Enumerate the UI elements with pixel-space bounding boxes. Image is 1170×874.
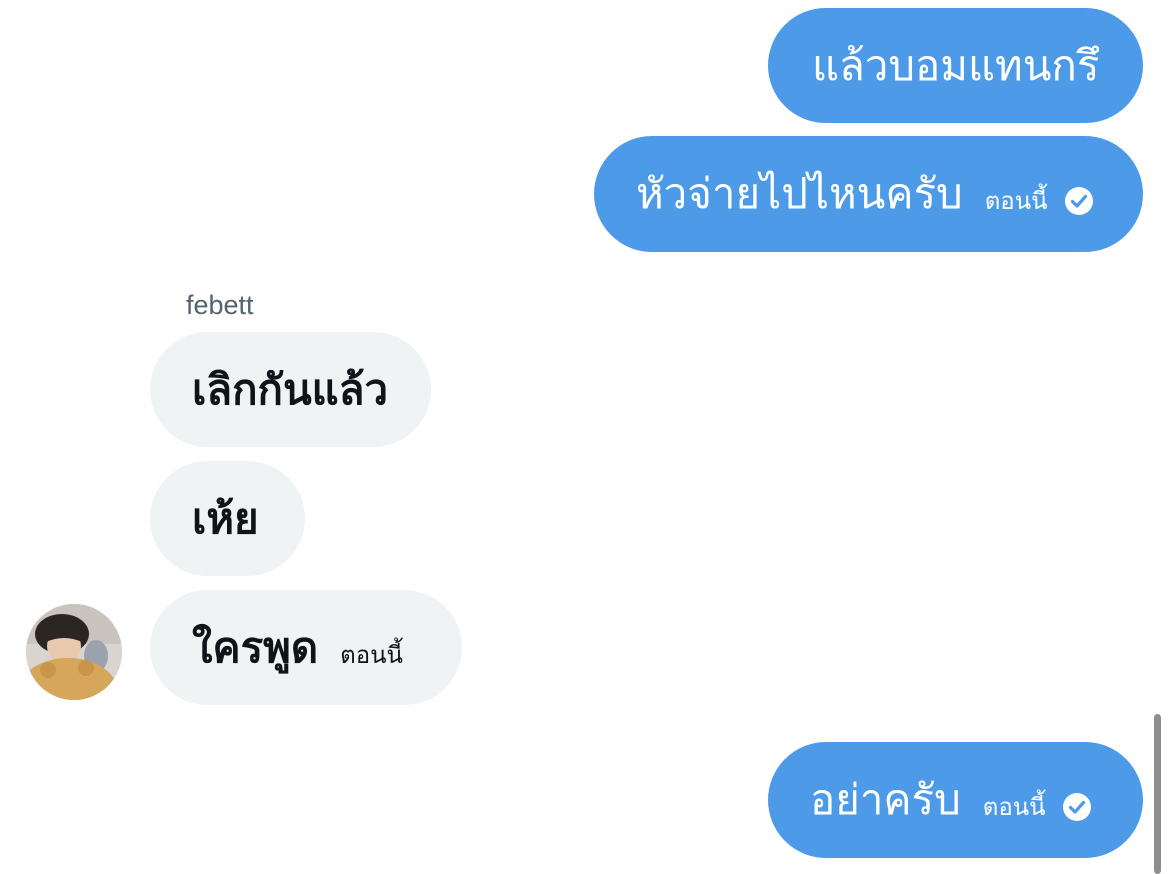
message-bubble-incoming[interactable]: เห้ย — [150, 461, 305, 576]
avatar[interactable] — [26, 604, 122, 700]
message-text: อย่าครับ — [810, 775, 961, 824]
message-meta: ตอนนี้ — [340, 643, 403, 667]
message-text: เลิกกันแล้ว — [192, 364, 389, 414]
message-bubble-outgoing[interactable]: หัวจ่ายไปไหนครับ ตอนนี้ — [594, 136, 1143, 252]
message-timestamp: ตอนนี้ — [982, 793, 1046, 821]
message-bubble-incoming[interactable]: เลิกกันแล้ว — [150, 332, 431, 447]
message-text: หัวจ่ายไปไหนครับ — [636, 169, 963, 218]
message-text: ใครพูด — [192, 622, 319, 672]
avatar-image — [26, 604, 122, 700]
message-timestamp: ตอนนี้ — [984, 187, 1048, 215]
message-timestamp: ตอนนี้ — [340, 640, 403, 669]
message-meta: ตอนนี้ — [983, 792, 1092, 822]
message-text: แล้วบอมแทนกรึ — [812, 40, 1100, 90]
sender-name: febett — [186, 290, 254, 320]
message-meta: ตอนนี้ — [985, 186, 1094, 216]
scrollbar[interactable] — [1154, 714, 1161, 874]
message-bubble-outgoing[interactable]: อย่าครับ ตอนนี้ — [768, 742, 1143, 858]
check-circle-icon — [1064, 187, 1093, 215]
message-text: เห้ย — [192, 493, 259, 543]
message-bubble-incoming[interactable]: ใครพูด ตอนนี้ — [150, 590, 462, 705]
message-bubble-outgoing[interactable]: แล้วบอมแทนกรึ — [768, 8, 1143, 123]
check-circle-icon — [1062, 793, 1091, 821]
